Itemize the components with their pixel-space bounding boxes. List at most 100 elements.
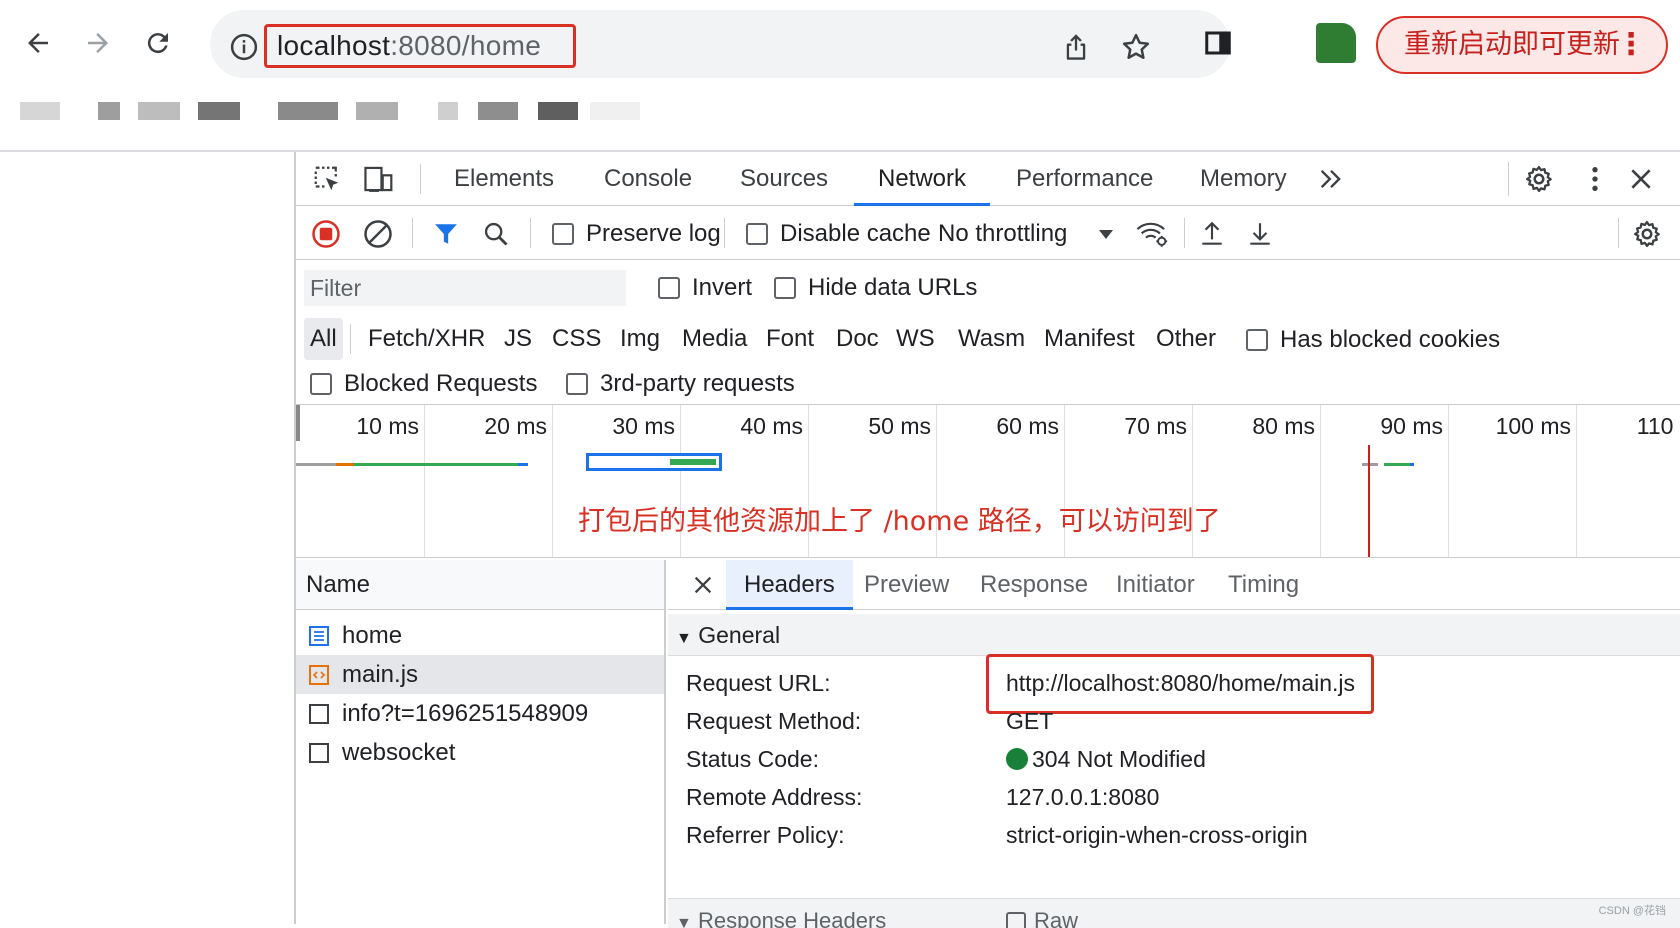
preserve-log-checkbox[interactable]: Preserve log	[552, 220, 721, 248]
more-tabs-chevron-icon[interactable]	[1316, 164, 1346, 194]
update-chrome-button[interactable]: 重新启动即可更新 ⋮	[1376, 16, 1668, 74]
request-bar-info-download	[1410, 463, 1414, 466]
type-filter-font[interactable]: Font	[766, 318, 814, 360]
network-conditions-icon[interactable]	[1134, 218, 1170, 250]
bookmark-blur[interactable]	[538, 102, 578, 120]
invert-checkbox[interactable]: Invert	[658, 274, 752, 302]
type-filter-img[interactable]: Img	[620, 318, 660, 360]
request-row-info[interactable]: info?t=1696251548909	[296, 694, 664, 733]
filter-input[interactable]: Filter	[304, 270, 626, 306]
bookmark-blur[interactable]	[356, 102, 398, 120]
bookmark-blur[interactable]	[198, 102, 240, 120]
type-filter-manifest[interactable]: Manifest	[1044, 318, 1135, 360]
details-tab-initiator[interactable]: Initiator	[1116, 560, 1195, 610]
tab-performance[interactable]: Performance	[1016, 152, 1153, 206]
type-filter-js[interactable]: JS	[504, 318, 532, 360]
name-column-header[interactable]: Name	[296, 560, 664, 610]
profile-avatar[interactable]	[1314, 20, 1358, 66]
request-bar-home-connect	[336, 463, 354, 466]
address-bar[interactable]: localhost:8080/home	[210, 10, 1230, 78]
record-stop-icon[interactable]	[310, 218, 342, 250]
type-filter-other[interactable]: Other	[1156, 318, 1216, 360]
toolbar-separator	[530, 218, 531, 248]
clear-icon[interactable]	[362, 218, 394, 250]
share-icon[interactable]	[1056, 27, 1096, 67]
devtools-panel: Elements Console Sources Network Perform…	[294, 152, 1680, 928]
settings-gear-icon[interactable]	[1522, 162, 1556, 196]
watermark: CSDN @花铛	[1598, 905, 1666, 917]
close-devtools-icon[interactable]	[1624, 162, 1658, 196]
info-icon[interactable]	[224, 27, 264, 67]
type-filter-ws[interactable]: WS	[896, 318, 935, 360]
request-row-main-js[interactable]: main.js	[296, 655, 664, 694]
export-har-download-icon[interactable]	[1244, 218, 1276, 250]
menu-dots-icon[interactable]: ⋮	[1616, 18, 1646, 72]
reload-icon	[147, 33, 168, 54]
url-host: localhost	[277, 30, 391, 61]
filter-funnel-icon[interactable]	[430, 218, 462, 250]
type-filter-doc[interactable]: Doc	[836, 318, 879, 360]
bookmark-blur[interactable]	[590, 102, 640, 120]
import-har-upload-icon[interactable]	[1196, 218, 1228, 250]
general-section-header[interactable]: ▼ General	[668, 614, 1680, 656]
request-row-websocket[interactable]: websocket	[296, 733, 664, 772]
bookmark-blur[interactable]	[98, 102, 120, 120]
remote-address-key: Remote Address:	[686, 784, 863, 810]
dropdown-arrow-icon	[1099, 230, 1114, 239]
tab-elements[interactable]: Elements	[454, 152, 554, 206]
tab-sources[interactable]: Sources	[740, 152, 828, 206]
bookmark-blur[interactable]	[478, 102, 518, 120]
timeline-tick: 90 ms	[1380, 405, 1449, 557]
inspect-element-icon[interactable]	[310, 162, 344, 196]
details-tab-headers[interactable]: Headers	[726, 560, 853, 610]
forward-button[interactable]	[74, 14, 122, 72]
bookmark-star-icon[interactable]	[1116, 27, 1156, 67]
disable-cache-checkbox[interactable]: Disable cache	[746, 220, 931, 248]
bookmark-blur[interactable]	[438, 102, 458, 120]
type-filter-media[interactable]: Media	[682, 318, 747, 360]
side-panel-button[interactable]	[1196, 20, 1240, 66]
request-bar-info	[1362, 463, 1378, 466]
fetch-square-icon	[309, 704, 329, 724]
request-row-home[interactable]: home	[296, 616, 664, 655]
details-tab-response[interactable]: Response	[980, 560, 1088, 610]
tab-memory[interactable]: Memory	[1200, 152, 1287, 206]
tab-separator	[420, 164, 421, 194]
has-blocked-cookies-checkbox[interactable]: Has blocked cookies	[1246, 326, 1500, 354]
url-text[interactable]: localhost:8080/home	[264, 24, 576, 68]
network-settings-gear-icon[interactable]	[1630, 218, 1664, 250]
third-party-label: 3rd-party requests	[600, 370, 795, 397]
request-bar-info-wait	[1384, 463, 1410, 466]
back-button[interactable]	[14, 14, 62, 72]
type-filter-all[interactable]: All	[304, 318, 343, 360]
toolbar-separator	[1618, 218, 1619, 248]
blocked-requests-checkbox[interactable]: Blocked Requests	[310, 370, 537, 398]
devtools-tabbar: Elements Console Sources Network Perform…	[296, 152, 1680, 206]
tab-console[interactable]: Console	[604, 152, 692, 206]
tab-network[interactable]: Network	[854, 152, 991, 206]
details-tab-timing[interactable]: Timing	[1228, 560, 1299, 610]
third-party-requests-checkbox[interactable]: 3rd-party requests	[566, 370, 795, 398]
bookmark-blur[interactable]	[278, 102, 338, 120]
update-label: 重新启动即可更新	[1404, 29, 1620, 60]
type-filter-fetch-xhr[interactable]: Fetch/XHR	[368, 318, 485, 360]
tick-label: 100 ms	[1495, 413, 1571, 439]
remote-address-value: 127.0.0.1:8080	[1006, 784, 1160, 810]
customize-menu-icon[interactable]	[1578, 162, 1612, 196]
throttling-select[interactable]: No throttling	[938, 220, 1115, 248]
type-filter-wasm[interactable]: Wasm	[958, 318, 1025, 360]
type-filter-css[interactable]: CSS	[552, 318, 601, 360]
timeline-tick: 10 ms	[356, 405, 425, 557]
bookmark-blur[interactable]	[20, 102, 60, 120]
hide-data-urls-checkbox[interactable]: Hide data URLs	[774, 274, 977, 302]
network-toolbar: Preserve log Disable cache No throttling	[296, 206, 1680, 260]
close-details-icon[interactable]	[688, 570, 718, 600]
bookmarks-bar	[0, 92, 1680, 150]
bookmark-blur[interactable]	[138, 102, 180, 120]
reload-button[interactable]	[134, 14, 182, 72]
network-overview-timeline[interactable]: 10 ms 20 ms 30 ms 40 ms 50 ms 60 ms 70 m…	[296, 404, 1680, 558]
tick-label: 110 m	[1636, 413, 1680, 439]
device-toolbar-icon[interactable]	[362, 162, 396, 196]
details-tab-preview[interactable]: Preview	[864, 560, 949, 610]
search-icon[interactable]	[480, 218, 512, 250]
